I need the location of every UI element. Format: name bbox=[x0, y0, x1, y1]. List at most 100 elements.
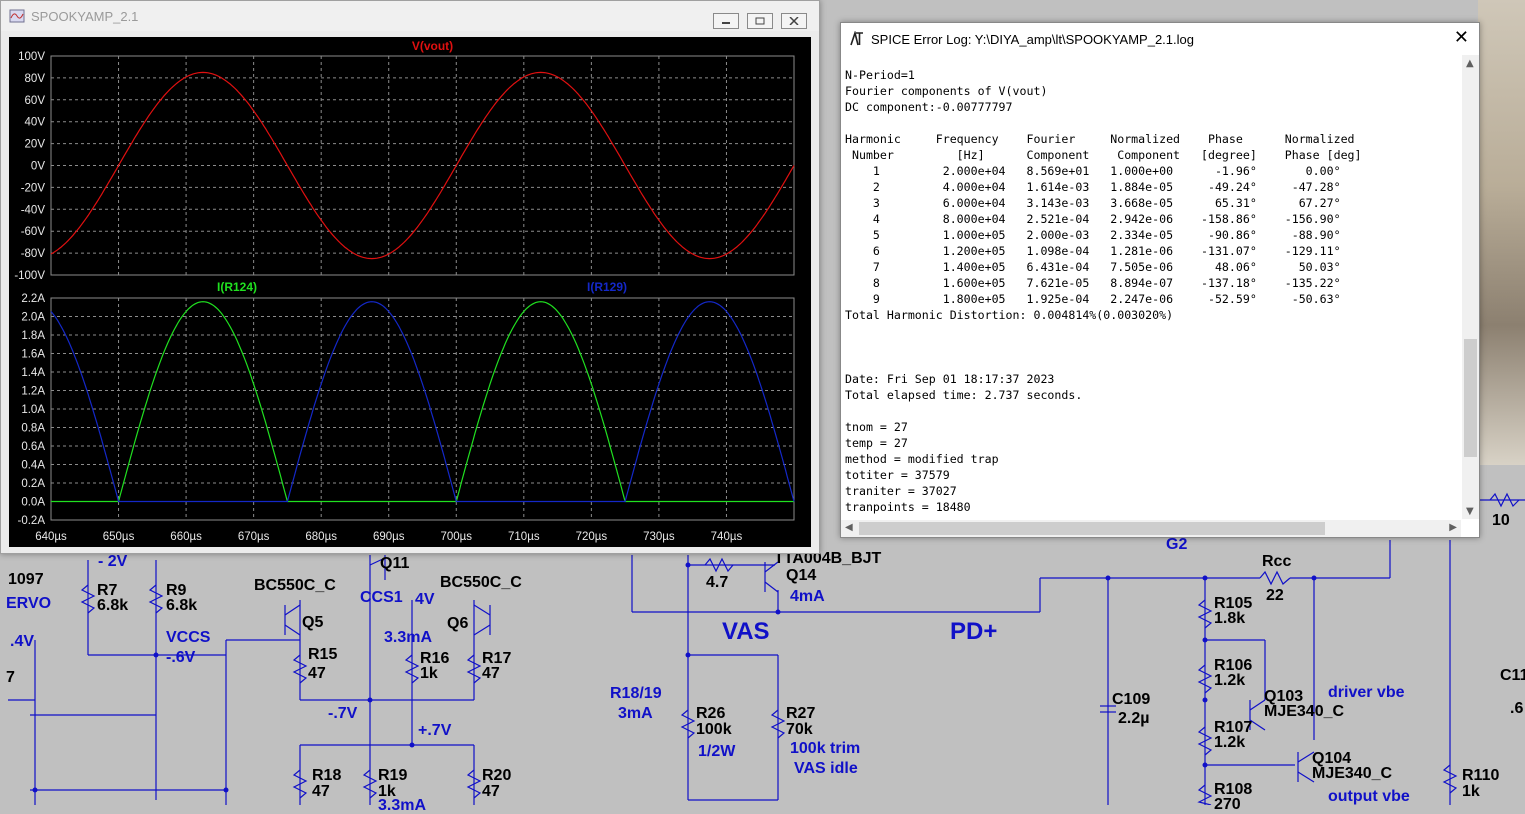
schematic-label-lp7v: +.7V bbox=[418, 722, 452, 739]
schematic-label-lm6v: -.6V bbox=[166, 649, 196, 666]
schematic-label-lr20: R20 bbox=[482, 767, 512, 784]
x-tick-label: 670µs bbox=[238, 531, 270, 543]
schematic-label-l47d: 47 bbox=[482, 783, 500, 800]
schematic-label-l22: 22 bbox=[1266, 587, 1284, 604]
log-vertical-scroll-thumb[interactable] bbox=[1464, 339, 1477, 457]
bottom-pane-y-tick-label: 0.2A bbox=[21, 478, 45, 490]
x-tick-label: 640µs bbox=[35, 531, 67, 543]
schematic-label-lm2v: - 2V bbox=[98, 553, 128, 570]
log-line: 8 1.600e+05 7.621e-05 8.894e-07 -137.18°… bbox=[845, 276, 1341, 290]
desktop-background bbox=[1478, 0, 1525, 465]
log-line: temp = 27 bbox=[845, 436, 908, 450]
schematic-label-lpdp: PD+ bbox=[950, 618, 998, 645]
log-text-content[interactable]: N-Period=1 Fourier components of V(vout) D… bbox=[845, 67, 1455, 537]
schematic-label-l18k: 1.8k bbox=[1214, 610, 1246, 627]
waveform-app-icon bbox=[9, 9, 25, 23]
log-line: DC component:-0.00777797 bbox=[845, 100, 1013, 114]
log-window-title: SPICE Error Log: Y:\DIYA_amp\lt\SPOOKYAM… bbox=[871, 31, 1194, 47]
schematic-label-l3ma: 3mA bbox=[618, 705, 653, 722]
top-pane-y-tick-label: -100V bbox=[14, 270, 45, 282]
schematic-label-lvas: VAS bbox=[722, 618, 770, 645]
schematic-label-l12kb: 1.2k bbox=[1214, 734, 1246, 751]
schematic-label-l33ma: 3.3mA bbox=[384, 629, 433, 646]
schematic-label-lq14: Q14 bbox=[786, 567, 817, 584]
log-line: Fourier components of V(vout) bbox=[845, 84, 1048, 98]
schematic-label-lg2: G2 bbox=[1166, 536, 1188, 553]
schematic-label-lidle: VAS idle bbox=[794, 760, 858, 777]
waveform-plot-area[interactable]: 100V 80V 60V 40V 20V 0V -20V -40V -60V -80V -100V 2… bbox=[9, 37, 811, 547]
scroll-up-arrow-icon[interactable]: ▲ bbox=[1466, 59, 1474, 69]
schematic-label-ltrim: 100k trim bbox=[790, 740, 861, 757]
top-pane-y-tick-label: 20V bbox=[25, 139, 46, 151]
schematic-label-lmje1: MJE340_C bbox=[1264, 703, 1345, 720]
log-line: Harmonic Frequency Fourier Normalized Ph… bbox=[845, 132, 1355, 146]
schematic-label-l10: 10 bbox=[1492, 512, 1510, 529]
schematic-label-lm7v: -.7V bbox=[328, 705, 358, 722]
scroll-down-arrow-icon[interactable]: ▼ bbox=[1466, 507, 1474, 517]
minimize-button[interactable] bbox=[713, 13, 739, 29]
top-pane-y-tick-label: -40V bbox=[21, 204, 46, 216]
schematic-label-lout: output vbe bbox=[1328, 788, 1410, 805]
schematic-label-l22u: 2.2µ bbox=[1118, 710, 1150, 727]
bottom-pane-y-tick-label: 1.8A bbox=[21, 330, 45, 342]
waveform-titlebar[interactable]: SPOOKYAMP_2.1 bbox=[1, 1, 819, 31]
x-tick-label: 700µs bbox=[440, 531, 472, 543]
r129-current-trace bbox=[50, 301, 795, 503]
schematic-label-l4v2: 4V bbox=[415, 591, 435, 608]
scroll-left-arrow-icon[interactable]: ◀ bbox=[845, 523, 853, 533]
bottom-pane-y-tick-label: 0.4A bbox=[21, 460, 45, 472]
schematic-label-l4v: .4V bbox=[10, 633, 35, 650]
bottom-pane-y-tick-label: 1.2A bbox=[21, 386, 45, 398]
minimize-icon bbox=[722, 22, 730, 24]
log-horizontal-scrollbar[interactable]: ◀ ▶ bbox=[841, 520, 1461, 537]
log-line: traniter = 37027 bbox=[845, 484, 957, 498]
waveform-window[interactable]: SPOOKYAMP_2.1 100V 80V 60V 40V 20V 0V -20V -40V… bbox=[0, 0, 820, 554]
restore-button[interactable] bbox=[747, 13, 773, 29]
scroll-right-arrow-icon[interactable]: ▶ bbox=[1449, 523, 1457, 533]
schematic-label-l7: 7 bbox=[6, 669, 15, 686]
schematic-label-lhalfw: 1/2W bbox=[698, 743, 736, 760]
log-titlebar[interactable]: SPICE Error Log: Y:\DIYA_amp\lt\SPOOKYAM… bbox=[841, 23, 1479, 55]
schematic-label-lr18: R18 bbox=[312, 767, 342, 784]
schematic-label-l4ma: 4mA bbox=[790, 588, 825, 605]
schematic-label-lmje2: MJE340_C bbox=[1312, 765, 1393, 782]
schematic-label-lbc1: BC550C_C bbox=[254, 577, 336, 594]
log-line: Date: Fri Sep 01 18:17:37 2023 bbox=[845, 372, 1055, 386]
bottom-pane-y-tick-label: -0.2A bbox=[18, 515, 46, 527]
top-pane-y-tick-label: 0V bbox=[31, 161, 45, 173]
schematic-label-lrcc: Rcc bbox=[1262, 553, 1292, 570]
schematic-label-l68k2: 6.8k bbox=[166, 597, 198, 614]
schematic-label-l47e: 4.7 bbox=[706, 574, 729, 591]
x-tick-label: 680µs bbox=[305, 531, 337, 543]
top-pane-y-tick-label: 80V bbox=[25, 73, 46, 85]
schematic-label-l33mb: 3.3mA bbox=[378, 797, 427, 814]
schematic-label-l68k1: 6.8k bbox=[97, 597, 129, 614]
schematic-label-l1ka: 1k bbox=[420, 665, 438, 682]
schematic-label-l1097: 1097 bbox=[8, 571, 44, 588]
ltspice-app-icon bbox=[850, 31, 863, 46]
x-tick-label: 650µs bbox=[103, 531, 135, 543]
log-vertical-scrollbar[interactable]: ▲ ▼ bbox=[1462, 55, 1479, 519]
schematic-label-lervo: ERVO bbox=[6, 595, 52, 612]
log-horizontal-scroll-thumb[interactable] bbox=[859, 522, 1325, 535]
log-line: 4 8.000e+04 2.521e-04 2.942e-06 -158.86°… bbox=[845, 212, 1341, 226]
log-line: Number [Hz] Component Component [degree]… bbox=[845, 148, 1362, 162]
log-close-icon[interactable]: ✕ bbox=[1454, 29, 1469, 47]
schematic-label-lq11: Q11 bbox=[380, 555, 410, 572]
schematic-label-lr26: R26 bbox=[696, 705, 726, 722]
spice-log-window[interactable]: SPICE Error Log: Y:\DIYA_amp\lt\SPOOKYAM… bbox=[840, 22, 1480, 538]
waveform-plot: 100V 80V 60V 40V 20V 0V -20V -40V -60V -80V -100V 2… bbox=[14, 39, 795, 543]
bottom-pane-y-tick-label: 0.6A bbox=[21, 441, 45, 453]
x-tick-label: 690µs bbox=[373, 531, 405, 543]
schematic-label-l70k: 70k bbox=[786, 721, 813, 738]
log-line: tranpoints = 18480 bbox=[845, 500, 971, 514]
bottom-pane-y-tick-label: 1.6A bbox=[21, 349, 45, 361]
log-line: 7 1.400e+05 6.431e-04 7.505e-06 48.06° 5… bbox=[845, 260, 1341, 274]
bottom-pane-y-tick-label: 0.0A bbox=[21, 497, 45, 509]
close-button[interactable] bbox=[781, 13, 807, 29]
log-line: 9 1.800e+05 1.925e-04 2.247e-06 -52.59° … bbox=[845, 292, 1341, 306]
